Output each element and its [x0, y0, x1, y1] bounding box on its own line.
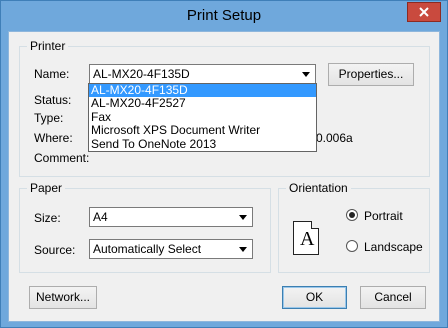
landscape-label[interactable]: Landscape [364, 240, 423, 254]
paper-source-value: Automatically Select [93, 242, 202, 256]
dialog-body: Printer Name: AL-MX20-4F135D Properties.… [8, 31, 440, 322]
portrait-label[interactable]: Portrait [364, 209, 403, 223]
printer-dropdown-list[interactable]: AL-MX20-4F135D AL-MX20-4F2527 Fax Micros… [88, 83, 317, 152]
page-letter: A [300, 228, 315, 250]
dropdown-option[interactable]: AL-MX20-4F135D [89, 83, 316, 98]
printer-name-value: AL-MX20-4F135D [93, 67, 190, 81]
comment-label: Comment: [34, 151, 90, 165]
radio-selected-dot [349, 212, 355, 218]
print-setup-window: Print Setup Printer Name: AL-MX20-4F135D… [0, 0, 448, 328]
properties-button[interactable]: Properties... [328, 63, 414, 86]
paper-size-value: A4 [93, 210, 108, 224]
dropdown-option[interactable]: AL-MX20-4F2527 [89, 97, 316, 110]
cancel-button[interactable]: Cancel [360, 286, 426, 309]
ok-button[interactable]: OK [282, 286, 347, 309]
status-label: Status: [34, 93, 72, 107]
chevron-down-icon[interactable] [235, 241, 251, 257]
portrait-page-icon: A [293, 221, 319, 255]
title-bar[interactable]: Print Setup [1, 1, 447, 31]
portrait-radio[interactable] [346, 209, 358, 221]
close-button[interactable] [407, 2, 441, 22]
where-label: Where: [34, 131, 73, 145]
dropdown-option[interactable]: Fax [89, 110, 316, 124]
landscape-radio[interactable] [346, 240, 358, 252]
paper-group-label: Paper [27, 181, 66, 195]
printer-group-label: Printer [27, 39, 69, 53]
type-label: Type: [34, 111, 64, 125]
dropdown-option[interactable]: Send To OneNote 2013 [89, 137, 316, 151]
paper-group: Paper Size: A4 Source: Automatically Sel… [19, 181, 271, 273]
chevron-down-icon[interactable] [298, 66, 314, 82]
orientation-group: Orientation A Portrait Landscape [278, 181, 430, 273]
paper-size-select[interactable]: A4 [89, 207, 253, 227]
printer-name-select[interactable]: AL-MX20-4F135D [89, 64, 316, 84]
close-icon [419, 7, 429, 17]
paper-source-label: Source: [34, 243, 76, 257]
paper-source-select[interactable]: Automatically Select [89, 239, 253, 259]
paper-size-label: Size: [34, 211, 61, 225]
network-button[interactable]: Network... [29, 286, 97, 309]
dropdown-option[interactable]: Microsoft XPS Document Writer [89, 123, 316, 137]
where-value: 0.006a [316, 131, 353, 145]
printer-name-label: Name: [34, 67, 70, 81]
orientation-group-label: Orientation [286, 181, 351, 195]
chevron-down-icon[interactable] [235, 209, 251, 225]
window-title: Print Setup [186, 7, 262, 24]
